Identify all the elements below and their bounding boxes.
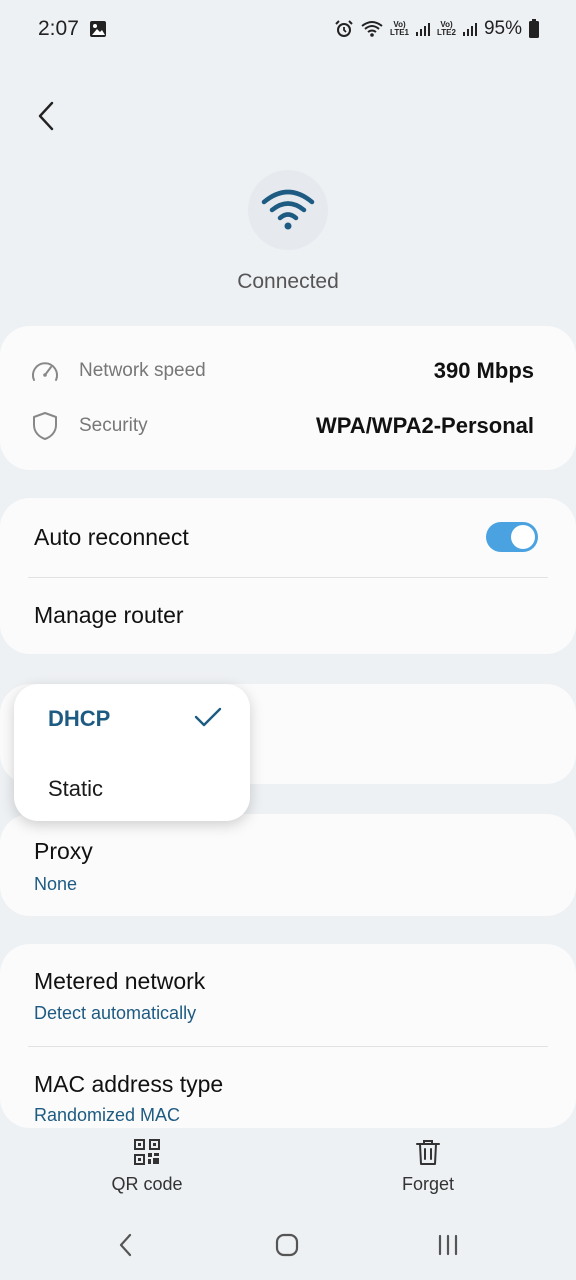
auto-reconnect-label: Auto reconnect <box>34 524 189 550</box>
trash-icon <box>416 1140 440 1165</box>
qr-code-button[interactable]: QR code <box>77 1138 217 1195</box>
signal-icon <box>415 21 431 37</box>
nav-back-button[interactable] <box>106 1228 146 1262</box>
connection-status: Connected <box>237 270 339 293</box>
back-button[interactable] <box>28 96 64 136</box>
wifi-icon <box>261 189 315 230</box>
lte1-label: Vo) LTE1 <box>390 20 409 37</box>
wifi-status-badge <box>248 170 328 250</box>
qr-code-label: QR code <box>111 1174 183 1194</box>
network-speed-row: Network speed 390 Mbps <box>30 354 534 388</box>
nav-back-icon <box>119 1233 132 1257</box>
nav-home-button[interactable] <box>267 1228 307 1262</box>
qr-code-icon <box>134 1139 160 1165</box>
network-speed-value: 390 Mbps <box>433 358 534 383</box>
forget-label: Forget <box>401 1174 455 1194</box>
proxy-card[interactable]: Proxy None <box>0 814 576 916</box>
dhcp-option-label: DHCP <box>48 706 111 731</box>
battery-percent: 95% <box>483 18 522 39</box>
dropdown-option-static[interactable]: Static <box>14 754 250 821</box>
network-info-card: Network speed 390 Mbps Security WPA/WPA2… <box>0 326 576 470</box>
toggle-knob <box>511 525 535 549</box>
metered-network-label: Metered network <box>34 968 206 994</box>
system-nav-bar <box>0 1220 576 1270</box>
battery-icon <box>528 19 540 39</box>
status-bar-right: Vo) LTE1 Vo) LTE2 95% <box>334 18 540 40</box>
security-row: Security WPA/WPA2-Personal <box>30 409 534 443</box>
signal-icon <box>462 21 478 37</box>
proxy-label: Proxy <box>34 838 93 864</box>
proxy-value: None <box>34 874 78 894</box>
mac-address-row[interactable]: MAC address type Randomized MAC <box>0 1047 576 1128</box>
settings-card: Auto reconnect Manage router <box>0 498 576 654</box>
dropdown-option-dhcp[interactable]: DHCP <box>14 684 250 752</box>
security-label: Security <box>79 415 148 436</box>
auto-reconnect-toggle[interactable] <box>486 522 538 552</box>
nav-home-icon <box>275 1233 299 1257</box>
mac-address-label: MAC address type <box>34 1071 224 1097</box>
back-arrow-icon <box>38 101 54 131</box>
gallery-icon <box>89 20 107 38</box>
wifi-status-icon <box>360 19 384 39</box>
status-time: 2:07 <box>38 17 79 40</box>
checkmark-icon <box>194 707 222 727</box>
status-bar-left: 2:07 <box>38 17 107 41</box>
speedometer-icon <box>30 355 60 387</box>
status-bar: 2:07 Vo) LTE1 Vo) LTE2 95% <box>0 0 576 58</box>
bottom-action-bar: QR code Forget <box>0 1138 576 1208</box>
metered-network-value: Detect automatically <box>34 1003 197 1023</box>
nav-recents-button[interactable] <box>428 1228 468 1262</box>
alarm-icon <box>334 19 354 39</box>
mac-address-value: Randomized MAC <box>34 1105 181 1125</box>
forget-button[interactable]: Forget <box>358 1138 498 1195</box>
shield-icon <box>30 410 60 442</box>
metered-network-row[interactable]: Metered network Detect automatically <box>0 944 576 1046</box>
nav-recents-icon <box>438 1234 458 1256</box>
security-value: WPA/WPA2-Personal <box>316 413 534 438</box>
auto-reconnect-row[interactable]: Auto reconnect <box>0 498 576 576</box>
manage-router-row[interactable]: Manage router <box>0 578 576 654</box>
lte2-label: Vo) LTE2 <box>437 20 456 37</box>
advanced-card: Metered network Detect automatically MAC… <box>0 944 576 1128</box>
network-speed-label: Network speed <box>79 360 206 381</box>
static-option-label: Static <box>48 776 104 801</box>
manage-router-label: Manage router <box>34 602 184 628</box>
ip-settings-dropdown: DHCP Static <box>14 684 250 821</box>
